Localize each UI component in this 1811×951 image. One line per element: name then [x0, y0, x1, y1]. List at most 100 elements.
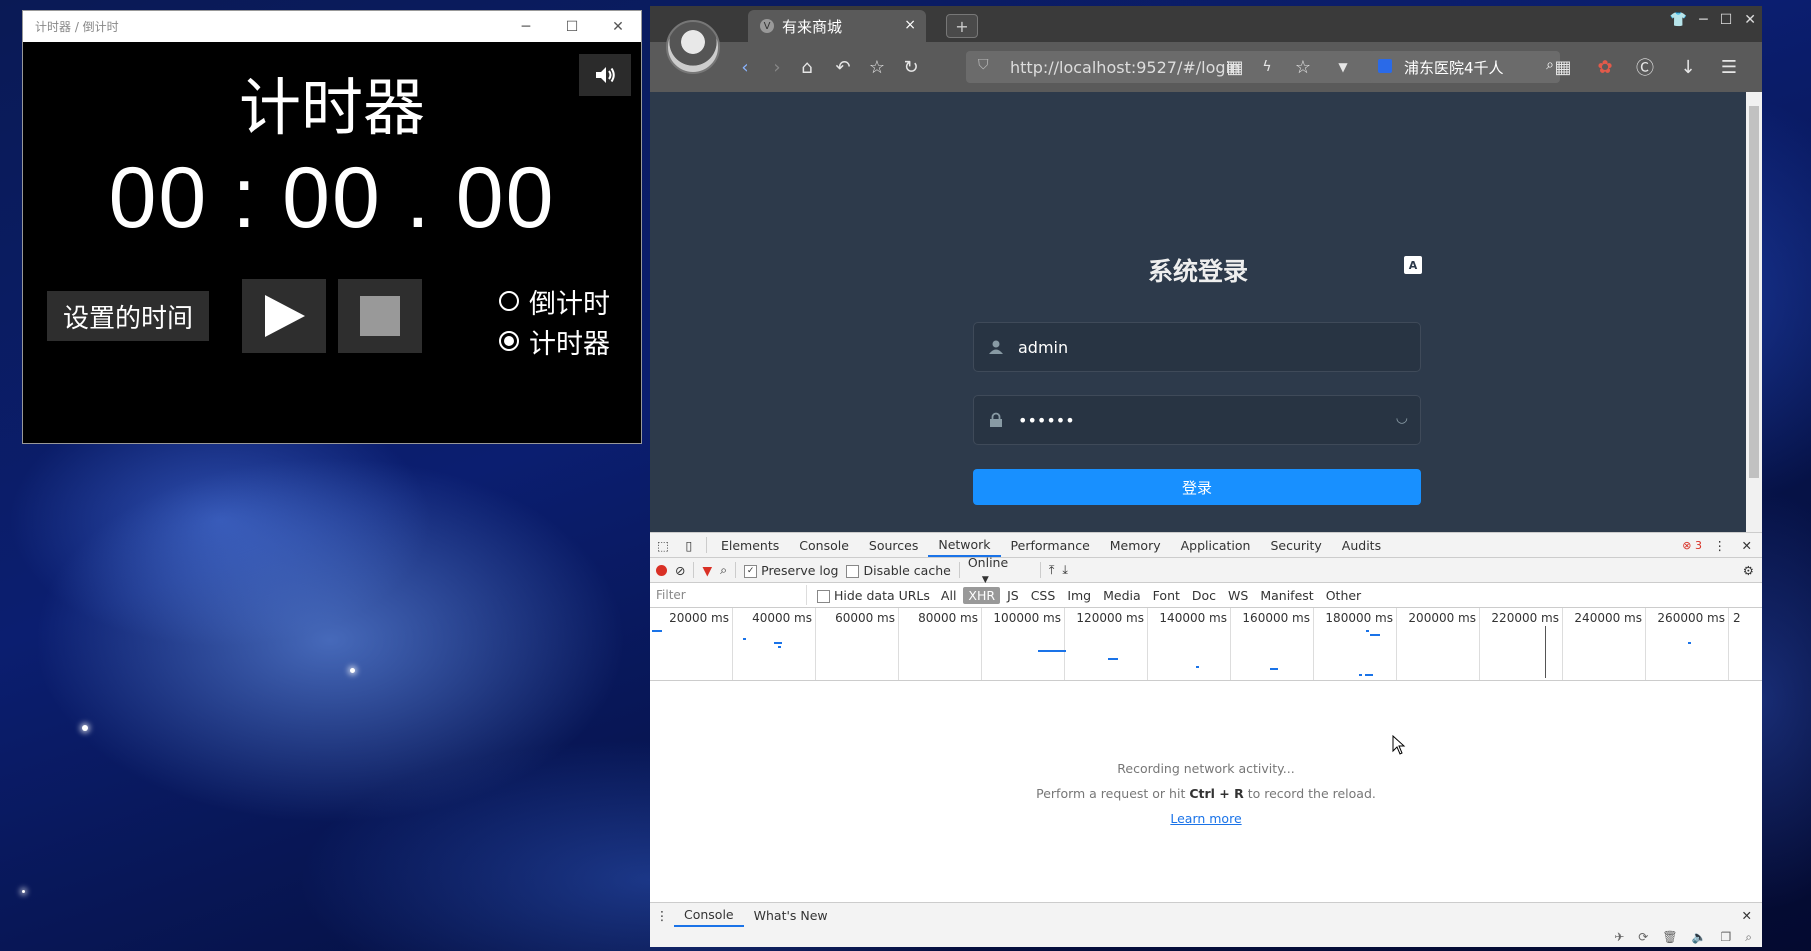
drawer-tab-console[interactable]: Console	[674, 903, 744, 927]
set-time-button[interactable]: 设置的时间	[47, 291, 209, 341]
network-overview-timeline[interactable]: 20000 ms 40000 ms 60000 ms 80000 ms 100000 m…	[650, 608, 1762, 681]
eye-closed-icon[interactable]: ◡	[1396, 410, 1408, 426]
reload-icon[interactable]: ↻	[898, 54, 924, 80]
undo-close-icon[interactable]: ↶	[830, 54, 856, 80]
error-icon: ⊗	[1682, 538, 1692, 552]
language-switch-icon[interactable]: A	[1404, 256, 1422, 274]
tab-close-icon[interactable]: ×	[904, 17, 916, 33]
login-button[interactable]: 登录	[973, 469, 1421, 505]
tab-console[interactable]: Console	[789, 533, 859, 557]
filter-type-css[interactable]: CSS	[1026, 587, 1061, 604]
filter-type-media[interactable]: Media	[1098, 587, 1146, 604]
accelerate-icon[interactable]: ⟳	[1638, 930, 1648, 944]
close-button[interactable]: ✕	[595, 11, 641, 42]
filter-icon[interactable]: ▼	[702, 563, 712, 578]
tab-strip: V 有来商城 × + 👕 ─ ☐ ✕	[650, 6, 1762, 42]
maximize-button[interactable]: ☐	[1720, 12, 1733, 28]
more-options-icon[interactable]: ⋮	[1714, 538, 1727, 553]
import-har-icon[interactable]: ⤒	[1049, 562, 1055, 578]
drawer-tab-whats-new[interactable]: What's New	[744, 903, 838, 927]
stop-button[interactable]	[338, 279, 422, 353]
tab-security[interactable]: Security	[1260, 533, 1331, 557]
error-badge[interactable]: ⊗ 3	[1682, 539, 1702, 552]
username-field[interactable]: admin	[973, 322, 1421, 372]
home-icon[interactable]: ⌂	[794, 54, 820, 80]
clear-icon[interactable]: ⊘	[675, 563, 685, 578]
trash-icon[interactable]: 🗑	[1662, 930, 1677, 944]
pin-icon[interactable]: ✈	[1614, 930, 1624, 944]
tab-application[interactable]: Application	[1171, 533, 1261, 557]
profile-avatar[interactable]	[666, 20, 720, 74]
game-icon[interactable]: ✿	[1592, 54, 1618, 80]
address-bar[interactable]: ⛉ http://localhost:9527/#/login	[966, 51, 1386, 83]
unchecked-icon	[846, 564, 860, 578]
favorite-star-icon[interactable]: ☆	[864, 54, 890, 80]
mode-stopwatch-radio[interactable]: 计时器	[499, 321, 610, 361]
page-scrollbar[interactable]	[1746, 92, 1762, 532]
zoom-icon[interactable]: ⌕	[1745, 930, 1752, 945]
filter-type-other[interactable]: Other	[1321, 587, 1367, 604]
close-drawer-icon[interactable]: ✕	[1742, 908, 1752, 923]
throttle-select[interactable]: Online ▼	[968, 555, 1032, 585]
search-icon[interactable]: ⌕	[720, 562, 727, 578]
network-filter-bar: Filter Hide data URLs All XHR JS CSS Img…	[650, 583, 1762, 608]
tab-audits[interactable]: Audits	[1332, 533, 1391, 557]
stop-icon	[360, 296, 400, 336]
radio-checked-icon	[499, 331, 519, 351]
volume-icon[interactable]: 🔈	[1692, 930, 1707, 944]
bookmark-star-icon[interactable]: ☆	[1290, 54, 1316, 80]
window-icon[interactable]: ❐	[1721, 930, 1732, 944]
menu-icon[interactable]: ☰	[1716, 54, 1742, 80]
tab-memory[interactable]: Memory	[1100, 533, 1171, 557]
record-icon[interactable]	[656, 564, 667, 576]
close-devtools-icon[interactable]: ✕	[1742, 538, 1752, 553]
skin-icon[interactable]: 👕	[1670, 12, 1687, 28]
hide-data-urls-checkbox[interactable]: Hide data URLs	[817, 588, 930, 603]
extension-c-icon[interactable]: Ⓒ	[1632, 54, 1658, 80]
learn-more-link[interactable]: Learn more	[1170, 811, 1241, 826]
filter-type-font[interactable]: Font	[1148, 587, 1185, 604]
filter-input[interactable]: Filter	[650, 585, 807, 605]
qrcode-icon[interactable]: ▦	[1222, 54, 1248, 80]
tab-sources[interactable]: Sources	[859, 533, 928, 557]
search-text: 浦东医院4千人	[1404, 58, 1504, 77]
close-button[interactable]: ✕	[1744, 12, 1756, 28]
search-box[interactable]: 浦东医院4千人 ⌕	[1370, 51, 1560, 83]
timeline-request-mark	[652, 630, 662, 632]
filter-type-manifest[interactable]: Manifest	[1255, 587, 1318, 604]
timer-titlebar[interactable]: 计时器 / 倒计时 ─ ☐ ✕	[23, 11, 641, 42]
tab-performance[interactable]: Performance	[1001, 533, 1100, 557]
play-button[interactable]	[242, 279, 326, 353]
dropdown-icon[interactable]: ▼	[1330, 54, 1356, 80]
mode-countdown-radio[interactable]: 倒计时	[499, 281, 610, 321]
apps-grid-icon[interactable]: ▦	[1550, 54, 1576, 80]
inspect-element-icon[interactable]: ⬚	[650, 538, 676, 553]
browser-tab[interactable]: V 有来商城 ×	[748, 10, 926, 42]
sound-button[interactable]	[579, 54, 631, 96]
filter-type-doc[interactable]: Doc	[1187, 587, 1221, 604]
new-tab-button[interactable]: +	[946, 14, 978, 38]
timeline-tick: 2	[1733, 611, 1741, 625]
tab-network[interactable]: Network	[928, 533, 1001, 557]
export-har-icon[interactable]: ⤓	[1062, 562, 1068, 578]
minimize-button[interactable]: ─	[503, 11, 549, 42]
drawer-menu-icon[interactable]: ⋮	[650, 908, 674, 923]
forward-icon[interactable]: ›	[764, 54, 790, 80]
filter-type-xhr[interactable]: XHR	[963, 586, 1001, 604]
device-toggle-icon[interactable]: ▯	[676, 538, 702, 553]
filter-type-ws[interactable]: WS	[1223, 587, 1253, 604]
preserve-log-checkbox[interactable]: ✓ Preserve log	[744, 563, 838, 578]
filter-type-img[interactable]: Img	[1062, 587, 1096, 604]
filter-type-all[interactable]: All	[936, 587, 962, 604]
download-icon[interactable]: ↓	[1675, 54, 1701, 80]
minimize-button[interactable]: ─	[1699, 12, 1707, 28]
maximize-button[interactable]: ☐	[549, 11, 595, 42]
tab-elements[interactable]: Elements	[711, 533, 789, 557]
settings-gear-icon[interactable]: ⚙	[1743, 563, 1754, 578]
disable-cache-checkbox[interactable]: Disable cache	[846, 563, 951, 578]
timeline-tick: 260000 ms	[1646, 608, 1729, 680]
password-field[interactable]: •••••• ◡	[973, 395, 1421, 445]
back-icon[interactable]: ‹	[732, 54, 758, 80]
lightning-icon[interactable]: ϟ	[1254, 54, 1280, 80]
filter-type-js[interactable]: JS	[1002, 587, 1024, 604]
